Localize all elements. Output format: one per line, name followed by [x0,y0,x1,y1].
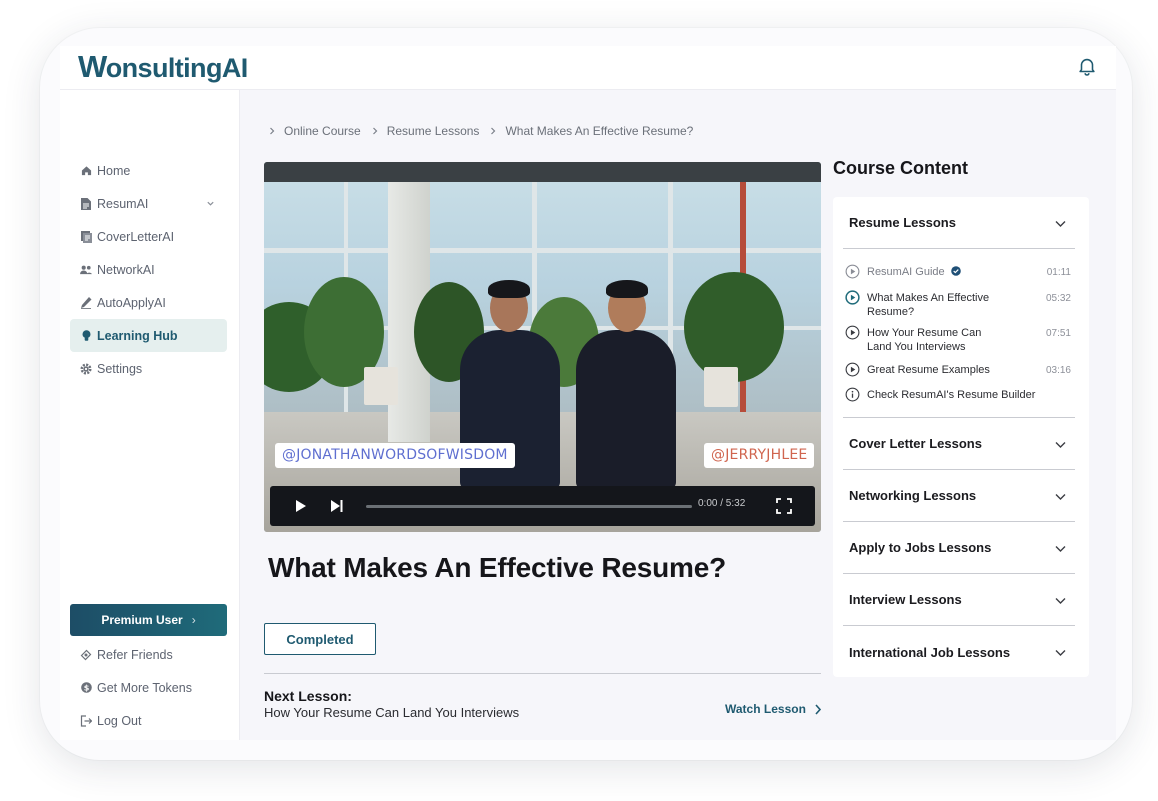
cover-letter-icon [80,230,92,243]
sidebar-item-log-out[interactable]: Log Out [70,704,227,737]
course-content-panel: Resume Lessons ResumAI Guide 01:11 What … [833,197,1089,677]
video-tag-left: @JONATHANWORDSOFWISDOM [275,443,515,468]
people-icon [80,264,92,276]
lesson-item[interactable]: How Your Resume Can Land You Interviews … [845,325,1077,354]
app-window: WonsultingAI Home ResumAI CoverLetterAI … [60,46,1116,740]
section-cover-letter-lessons[interactable]: Cover Letter Lessons [843,417,1075,470]
sidebar-item-learning-hub[interactable]: Learning Hub [70,319,227,352]
sidebar-item-refer-friends[interactable]: Refer Friends [70,638,227,671]
section-resume-lessons[interactable]: Resume Lessons [843,197,1075,249]
home-icon [80,165,92,177]
next-lesson-title: How Your Resume Can Land You Interviews [264,705,520,720]
logout-icon [80,714,92,727]
chevron-down-icon[interactable] [1054,217,1067,230]
fullscreen-icon[interactable] [776,498,792,514]
video-controls: 0:00 / 5:32 [270,486,815,526]
main-content: Online Course Resume Lessons What Makes … [240,90,1116,740]
sidebar-item-settings[interactable]: Settings [70,352,227,385]
ticket-icon [80,649,92,661]
chevron-right-icon [372,127,378,135]
section-international-job-lessons[interactable]: International Job Lessons [843,626,1075,678]
lightbulb-icon [80,329,92,342]
play-circle-icon [845,290,860,305]
section-networking-lessons[interactable]: Networking Lessons [843,470,1075,522]
chevron-down-icon[interactable] [1054,542,1067,555]
logo[interactable]: WonsultingAI [78,49,248,86]
divider [264,673,821,674]
pen-icon [80,296,92,309]
next-lesson-label: Next Lesson: [264,688,352,704]
sidebar: Home ResumAI CoverLetterAI NetworkAI Aut… [60,90,240,740]
course-content-title: Course Content [833,158,968,178]
sidebar-item-get-more-tokens[interactable]: $ Get More Tokens [70,671,227,704]
lesson-item-current[interactable]: What Makes An Effective Resume? 05:32 [845,290,1077,319]
sidebar-item-networkai[interactable]: NetworkAI [70,253,227,286]
chevron-right-icon: › [191,613,196,627]
play-circle-icon [845,325,860,340]
top-bar: WonsultingAI [60,46,1116,90]
video-tag-right: @JERRYJHLEE [704,443,815,468]
chevron-right-icon [270,127,275,135]
info-icon [845,387,860,402]
sidebar-item-home[interactable]: Home [70,154,227,187]
watch-lesson-link[interactable]: Watch Lesson [725,702,822,716]
skip-next-icon[interactable] [330,499,344,513]
breadcrumb-online-course[interactable]: Online Course [284,124,361,138]
play-circle-icon [845,264,860,279]
section-interview-lessons[interactable]: Interview Lessons [843,574,1075,626]
sidebar-item-coverletterai[interactable]: CoverLetterAI [70,220,227,253]
chevron-down-icon[interactable] [1054,594,1067,607]
play-icon[interactable] [294,499,308,513]
video-player[interactable]: @JONATHANWORDSOFWISDOM @JERRYJHLEE 0:00 … [264,162,821,532]
sidebar-item-autoapplyai[interactable]: AutoApplyAI [70,286,227,319]
chevron-down-icon[interactable] [1054,438,1067,451]
lesson-item[interactable]: ResumAI Guide 01:11 [845,264,1077,279]
coin-icon: $ [80,682,92,694]
breadcrumb-current-lesson: What Makes An Effective Resume? [505,124,694,138]
lesson-item-builder[interactable]: Check ResumAI's Resume Builder [845,387,1077,402]
lesson-title: What Makes An Effective Resume? [268,552,727,583]
chevron-down-icon[interactable] [1054,490,1067,503]
lesson-item[interactable]: Great Resume Examples 03:16 [845,362,1077,377]
play-circle-icon [845,362,860,377]
verified-check-icon [950,266,961,276]
document-icon [80,197,92,210]
notification-bell-icon[interactable] [1076,55,1098,77]
chevron-right-icon [815,703,821,715]
svg-text:$: $ [83,683,89,692]
completed-button[interactable]: Completed [264,623,376,655]
gear-icon [80,363,92,375]
video-progress-bar[interactable] [366,505,692,508]
chevron-down-icon[interactable] [206,199,215,208]
video-time: 0:00 / 5:32 [698,498,746,509]
section-apply-to-jobs-lessons[interactable]: Apply to Jobs Lessons [843,522,1075,574]
video-person-right [576,330,676,490]
breadcrumb: Online Course Resume Lessons What Makes … [266,124,693,138]
breadcrumb-resume-lessons[interactable]: Resume Lessons [387,124,480,138]
sidebar-item-resumai[interactable]: ResumAI [70,187,227,220]
premium-user-button[interactable]: Premium User › [70,604,227,636]
chevron-right-icon [491,127,496,135]
chevron-down-icon[interactable] [1054,646,1067,659]
